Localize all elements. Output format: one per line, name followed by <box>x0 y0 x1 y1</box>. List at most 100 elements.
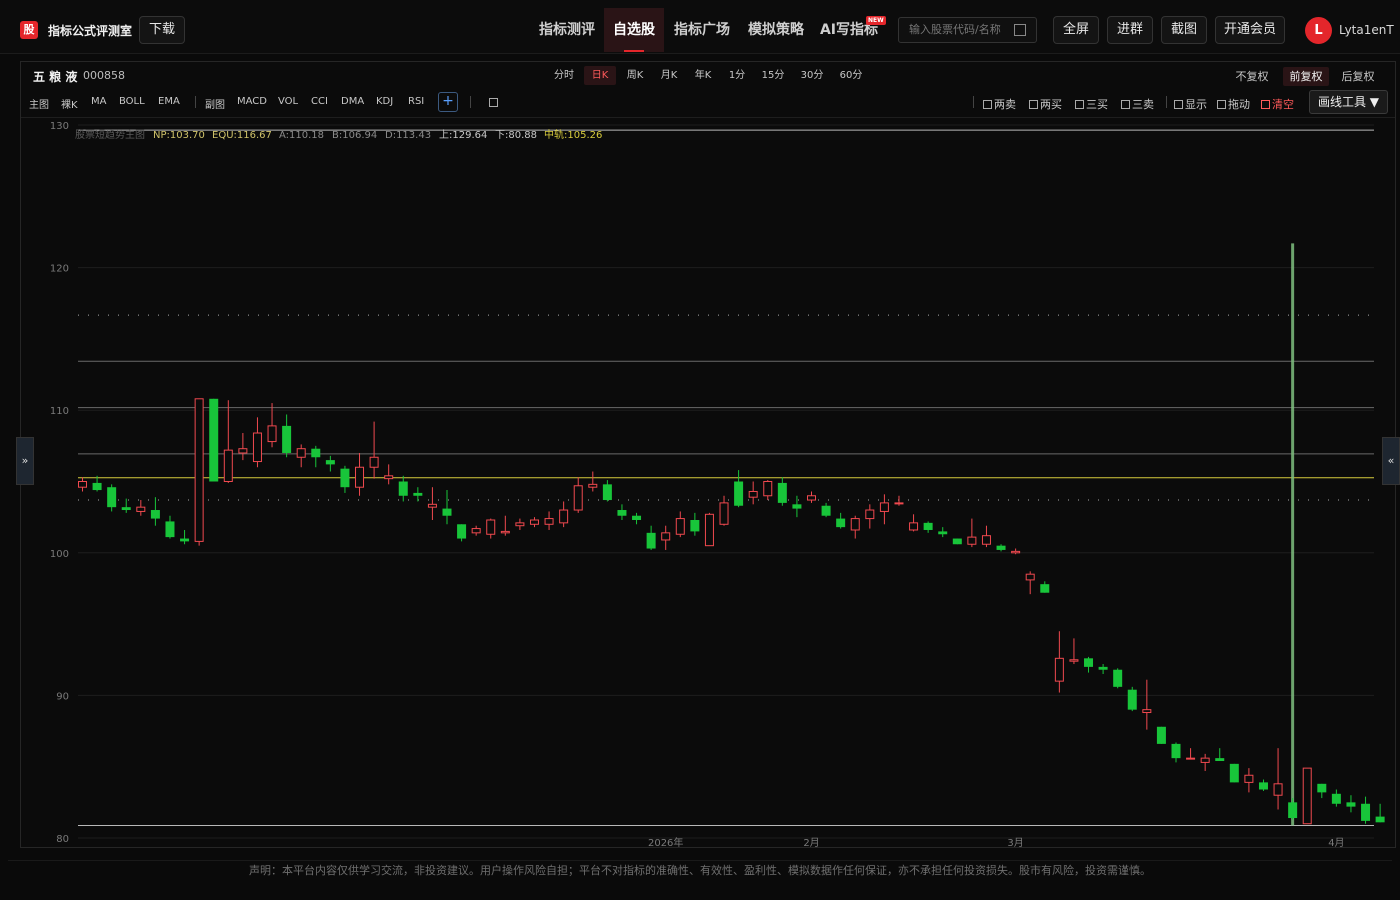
candle <box>719 495 729 526</box>
candle <box>1258 779 1268 791</box>
adjust-none[interactable]: 不复权 <box>1231 67 1273 86</box>
toggle-three-buy[interactable]: 三买 <box>1075 96 1108 112</box>
clear-icon[interactable] <box>1014 24 1026 36</box>
candle-body <box>442 508 452 516</box>
candle-body <box>180 538 190 542</box>
toggle-two-sell[interactable]: 两卖 <box>983 96 1016 112</box>
candle-body <box>734 481 744 506</box>
draw-tool-button[interactable]: 画线工具 ▼ <box>1309 90 1388 114</box>
indicator-dma[interactable]: DMA <box>341 96 364 107</box>
candle-body <box>1084 658 1094 667</box>
candle-body <box>1098 666 1108 670</box>
candle-body <box>1200 757 1210 763</box>
candle <box>471 525 481 536</box>
candle <box>121 498 131 513</box>
nav-indicator-square[interactable]: 指标广场 <box>666 8 738 52</box>
period-monthly[interactable]: 月K <box>655 66 683 85</box>
candle <box>1171 742 1181 763</box>
candle-body <box>1113 669 1123 687</box>
candle-body <box>850 518 860 531</box>
toggle-clear[interactable]: 清空 <box>1261 96 1294 112</box>
fullscreen-button[interactable]: 全屏 <box>1053 16 1099 44</box>
candle <box>1375 803 1385 823</box>
stock-search-input[interactable]: 输入股票代码/名称 <box>898 17 1037 43</box>
indicator-kdj[interactable]: KDJ <box>376 96 393 107</box>
candle <box>1186 748 1196 760</box>
avatar[interactable]: L <box>1305 17 1332 44</box>
vip-button[interactable]: 开通会员 <box>1215 16 1285 44</box>
period-15min[interactable]: 15分 <box>757 66 789 85</box>
indicator-naked-k[interactable]: 裸K <box>61 96 78 111</box>
toggle-two-buy[interactable]: 两买 <box>1029 96 1062 112</box>
indicator-cci[interactable]: CCI <box>311 96 328 107</box>
candle <box>369 421 379 479</box>
candle-body <box>1273 783 1283 796</box>
candle-body <box>748 490 758 498</box>
candle <box>690 512 700 536</box>
nav-watchlist[interactable]: 自选股 <box>604 8 664 52</box>
indicator-macd[interactable]: MACD <box>237 96 267 107</box>
candle <box>850 515 860 539</box>
username[interactable]: Lyta1enT <box>1339 23 1394 37</box>
indicator-ema[interactable]: EMA <box>158 96 180 107</box>
candle-body <box>340 468 350 488</box>
candle <box>1054 631 1064 693</box>
indicator-boll[interactable]: BOLL <box>119 96 145 107</box>
footer-divider <box>8 860 1392 861</box>
period-weekly[interactable]: 周K <box>621 66 649 85</box>
candle-body <box>194 398 204 542</box>
toggle-three-sell[interactable]: 三卖 <box>1121 96 1154 112</box>
indicator-vol[interactable]: VOL <box>278 96 298 107</box>
candle-body <box>821 505 831 516</box>
period-1min[interactable]: 1分 <box>724 66 750 85</box>
candle <box>413 487 423 502</box>
nav-indicator-review[interactable]: 指标测评 <box>530 8 604 52</box>
candle <box>588 471 598 492</box>
candle <box>559 501 569 528</box>
x-tick-label: 3月 <box>1007 837 1023 847</box>
collapse-right-handle[interactable]: « <box>1382 437 1400 485</box>
collapse-left-handle[interactable]: » <box>16 437 34 485</box>
candlestick-chart[interactable]: 80 90 100 110 120 130 2026年 2月 3月 4月 股票短趋势主图 NP:103… <box>21 117 1395 847</box>
candle <box>1127 686 1137 712</box>
candle-body <box>661 532 671 541</box>
period-daily[interactable]: 日K <box>584 66 616 85</box>
candle-body <box>617 510 627 516</box>
candle <box>325 455 335 472</box>
candle-body <box>92 482 102 491</box>
candle <box>763 480 773 501</box>
legend-d: D:113.43 <box>385 130 431 141</box>
indicator-checkbox[interactable] <box>489 96 500 109</box>
candle <box>865 504 875 529</box>
nav-sim-strategy[interactable]: 模拟策略 <box>740 8 812 52</box>
candle-body <box>1171 743 1181 759</box>
candle-body <box>675 518 685 535</box>
indicator-ma[interactable]: MA <box>91 96 106 107</box>
sub-chart-label: 副图 <box>205 100 225 111</box>
download-button[interactable]: 下载 <box>139 16 185 44</box>
period-60min[interactable]: 60分 <box>835 66 867 85</box>
indicator-rsi[interactable]: RSI <box>408 96 424 107</box>
join-group-button[interactable]: 进群 <box>1107 16 1153 44</box>
toggle-drag[interactable]: 拖动 <box>1217 96 1250 112</box>
candle <box>894 495 904 506</box>
screenshot-button[interactable]: 截图 <box>1161 16 1207 44</box>
candle <box>1069 638 1079 665</box>
nav-ai-indicator[interactable]: AI写指标 <box>814 8 884 52</box>
adjust-backward[interactable]: 后复权 <box>1337 67 1379 86</box>
period-30min[interactable]: 30分 <box>796 66 828 85</box>
candle <box>1142 679 1152 730</box>
add-indicator-button[interactable]: + <box>438 92 458 112</box>
candle-body <box>879 502 889 512</box>
candle <box>457 524 467 542</box>
toggle-show[interactable]: 显示 <box>1174 96 1207 112</box>
period-yearly[interactable]: 年K <box>689 66 717 85</box>
checkbox-icon <box>1029 100 1038 109</box>
candle <box>150 497 160 526</box>
adjust-forward[interactable]: 前复权 <box>1283 67 1329 86</box>
checkbox-icon <box>1121 100 1130 109</box>
candle-body <box>763 481 773 497</box>
x-tick-label: 4月 <box>1328 837 1344 847</box>
period-intraday[interactable]: 分时 <box>549 66 579 85</box>
candle <box>544 511 554 530</box>
